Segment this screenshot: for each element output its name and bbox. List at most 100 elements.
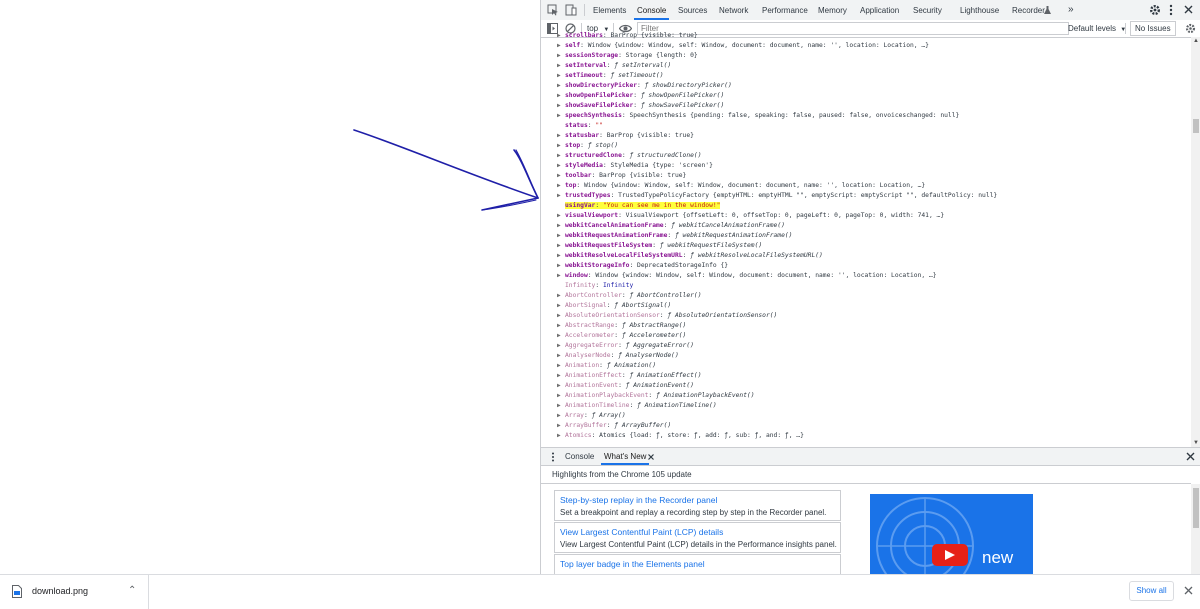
drawer-scrollbar[interactable] [1191, 484, 1200, 574]
console-property-line[interactable]: ▶ setTimeout: ƒ setTimeout() [557, 71, 664, 81]
expand-triangle-icon[interactable]: ▶ [557, 171, 565, 181]
expand-triangle-icon[interactable]: ▶ [557, 261, 565, 271]
console-property-line[interactable]: ▶ AbstractRange: ƒ AbstractRange() [557, 321, 686, 331]
youtube-play-button[interactable] [932, 544, 968, 566]
close-tab-icon[interactable] [648, 454, 654, 460]
tab-console[interactable]: Console [633, 0, 670, 20]
console-property-line[interactable]: ▶ sessionStorage: Storage {length: 0} [557, 51, 698, 61]
expand-triangle-icon[interactable]: ▶ [557, 381, 565, 391]
expand-triangle-icon[interactable]: ▶ [557, 291, 565, 301]
device-toolbar-icon[interactable] [565, 4, 577, 16]
console-property-line[interactable]: ▶ showDirectoryPicker: ƒ showDirectoryPic… [557, 81, 732, 91]
drawer-scrollbar-thumb[interactable] [1193, 488, 1199, 528]
tab-lighthouse[interactable]: Lighthouse [960, 0, 999, 20]
expand-triangle-icon[interactable]: ▶ [557, 331, 565, 341]
scroll-up-arrow[interactable]: ▲ [1193, 38, 1199, 44]
expand-triangle-icon[interactable]: ▶ [557, 151, 565, 161]
more-tabs-button[interactable]: » [1068, 0, 1074, 20]
tab-memory[interactable]: Memory [818, 0, 847, 20]
expand-triangle-icon[interactable]: ▶ [557, 371, 565, 381]
expand-triangle-icon[interactable]: ▶ [557, 191, 565, 201]
scrollbar-thumb[interactable] [1193, 119, 1199, 133]
expand-triangle-icon[interactable]: ▶ [557, 91, 565, 101]
expand-triangle-icon[interactable]: ▶ [557, 231, 565, 241]
expand-triangle-icon[interactable]: ▶ [557, 111, 565, 121]
expand-triangle-icon[interactable]: ▶ [557, 391, 565, 401]
feature-card-title[interactable]: Step-by-step replay in the Recorder pane… [555, 491, 840, 505]
console-property-line[interactable]: ▶ AnimationEffect: ƒ AnimationEffect() [557, 371, 702, 381]
console-property-line[interactable]: ▶ webkitRequestFileSystem: ƒ webkitReques… [557, 241, 762, 251]
expand-triangle-icon[interactable]: ▶ [557, 211, 565, 221]
console-property-line[interactable]: ▶ Array: ƒ Array() [557, 411, 626, 421]
console-property-line[interactable]: ▶ AnimationEvent: ƒ AnimationEvent() [557, 381, 694, 391]
console-property-line[interactable]: ▶ trustedTypes: TrustedTypePolicyFactory … [557, 191, 997, 201]
expand-triangle-icon[interactable]: ▶ [557, 51, 565, 61]
expand-triangle-icon[interactable]: ▶ [557, 311, 565, 321]
console-property-line[interactable]: ▶ Accelerometer: ƒ Accelerometer() [557, 331, 686, 341]
console-property-line[interactable]: ▶ window: Window {window: Window, self: W… [557, 271, 937, 281]
drawer-tab-whats-new[interactable]: What's New [600, 448, 650, 465]
feature-card[interactable]: Top layer badge in the Elements panel [554, 554, 841, 575]
expand-triangle-icon[interactable]: ▶ [557, 131, 565, 141]
console-property-line[interactable]: ▶ showOpenFilePicker: ƒ showOpenFilePicke… [557, 91, 724, 101]
expand-triangle-icon[interactable]: ▶ [557, 101, 565, 111]
whats-new-video-thumbnail[interactable]: new [870, 494, 1033, 574]
console-property-line[interactable]: ▶ webkitCancelAnimationFrame: ƒ webkitCan… [557, 221, 785, 231]
expand-triangle-icon[interactable]: ▶ [557, 431, 565, 441]
console-property-line[interactable]: ▶ AnimationPlaybackEvent: ƒ AnimationPlay… [557, 391, 755, 401]
console-property-line[interactable]: ▶ AbortController: ƒ AbortController() [557, 291, 702, 301]
expand-triangle-icon[interactable]: ▶ [557, 61, 565, 71]
expand-triangle-icon[interactable]: ▶ [557, 71, 565, 81]
tab-network[interactable]: Network [719, 0, 748, 20]
close-download-bar-icon[interactable] [1184, 586, 1193, 595]
tab-elements[interactable]: Elements [593, 0, 626, 20]
console-property-line[interactable]: ▶ top: Window {window: Window, self: Wind… [557, 181, 925, 191]
expand-triangle-icon[interactable]: ▶ [557, 251, 565, 261]
expand-triangle-icon[interactable]: ▶ [557, 31, 565, 41]
chevron-up-icon[interactable]: ⌃ [128, 585, 136, 596]
console-property-line[interactable]: ▶ setInterval: ƒ setInterval() [557, 61, 671, 71]
console-property-line[interactable]: ▶ webkitResolveLocalFileSystemURL: ƒ webk… [557, 251, 823, 261]
expand-triangle-icon[interactable]: ▶ [557, 141, 565, 151]
show-all-button[interactable]: Show all [1129, 581, 1174, 601]
console-property-line[interactable]: ▶ Animation: ƒ Animation() [557, 361, 656, 371]
console-property-line[interactable]: ▶ AnalyserNode: ƒ AnalyserNode() [557, 351, 679, 361]
tab-sources[interactable]: Sources [678, 0, 707, 20]
console-property-line[interactable]: ▶ AggregateError: ƒ AggregateError() [557, 341, 694, 351]
tab-security[interactable]: Security [913, 0, 942, 20]
scroll-down-arrow[interactable]: ▼ [1193, 440, 1199, 446]
console-property-line[interactable]: ▶ self: Window {window: Window, self: Win… [557, 41, 929, 51]
console-property-line[interactable]: ▶ stop: ƒ stop() [557, 141, 618, 151]
feature-card[interactable]: View Largest Contentful Paint (LCP) deta… [554, 522, 841, 553]
console-property-line[interactable]: ▶ structuredClone: ƒ structuredClone() [557, 151, 702, 161]
console-property-line[interactable]: ▶ AbsoluteOrientationSensor: ƒ AbsoluteOr… [557, 311, 777, 321]
tab-recorder[interactable]: Recorder [1012, 0, 1045, 20]
drawer-menu-icon[interactable] [551, 452, 555, 462]
expand-triangle-icon[interactable]: ▶ [557, 41, 565, 51]
expand-triangle-icon[interactable]: ▶ [557, 351, 565, 361]
close-drawer-icon[interactable] [1186, 452, 1195, 461]
expand-triangle-icon[interactable]: ▶ [557, 81, 565, 91]
expand-triangle-icon[interactable]: ▶ [557, 271, 565, 281]
expand-triangle-icon[interactable]: ▶ [557, 401, 565, 411]
drawer-tab-console[interactable]: Console [565, 448, 594, 465]
console-property-line[interactable]: ▶ AnimationTimeline: ƒ AnimationTimeline(… [557, 401, 717, 411]
feature-card[interactable]: Step-by-step replay in the Recorder pane… [554, 490, 841, 521]
expand-triangle-icon[interactable]: ▶ [557, 221, 565, 231]
console-property-line[interactable]: ▶ showSaveFilePicker: ƒ showSaveFilePicke… [557, 101, 724, 111]
tab-performance[interactable]: Performance [762, 0, 808, 20]
console-property-line[interactable]: ▶ ArrayBuffer: ƒ ArrayBuffer() [557, 421, 671, 431]
console-property-line[interactable]: ▶ styleMedia: StyleMedia {type: 'screen'} [557, 161, 713, 171]
console-property-line[interactable]: ▶ speechSynthesis: SpeechSynthesis {pendi… [557, 111, 959, 121]
console-output[interactable]: ▶ scrollbars: BarProp {visible: true} ▶ sel… [557, 31, 1187, 447]
expand-triangle-icon[interactable]: ▶ [557, 421, 565, 431]
expand-triangle-icon[interactable]: ▶ [557, 301, 565, 311]
expand-triangle-icon[interactable]: ▶ [557, 161, 565, 171]
console-property-line[interactable]: ▶ statusbar: BarProp {visible: true} [557, 131, 694, 141]
expand-triangle-icon[interactable]: ▶ [557, 361, 565, 371]
console-property-line[interactable]: ▶ Atomics: Atomics {load: ƒ, store: ƒ, ad… [557, 431, 804, 441]
feature-card-title[interactable]: View Largest Contentful Paint (LCP) deta… [555, 523, 840, 537]
download-item[interactable]: download.png ⌃ [0, 575, 149, 609]
console-property-line[interactable]: ▶ visualViewport: VisualViewport {offsetL… [557, 211, 944, 221]
expand-triangle-icon[interactable]: ▶ [557, 241, 565, 251]
